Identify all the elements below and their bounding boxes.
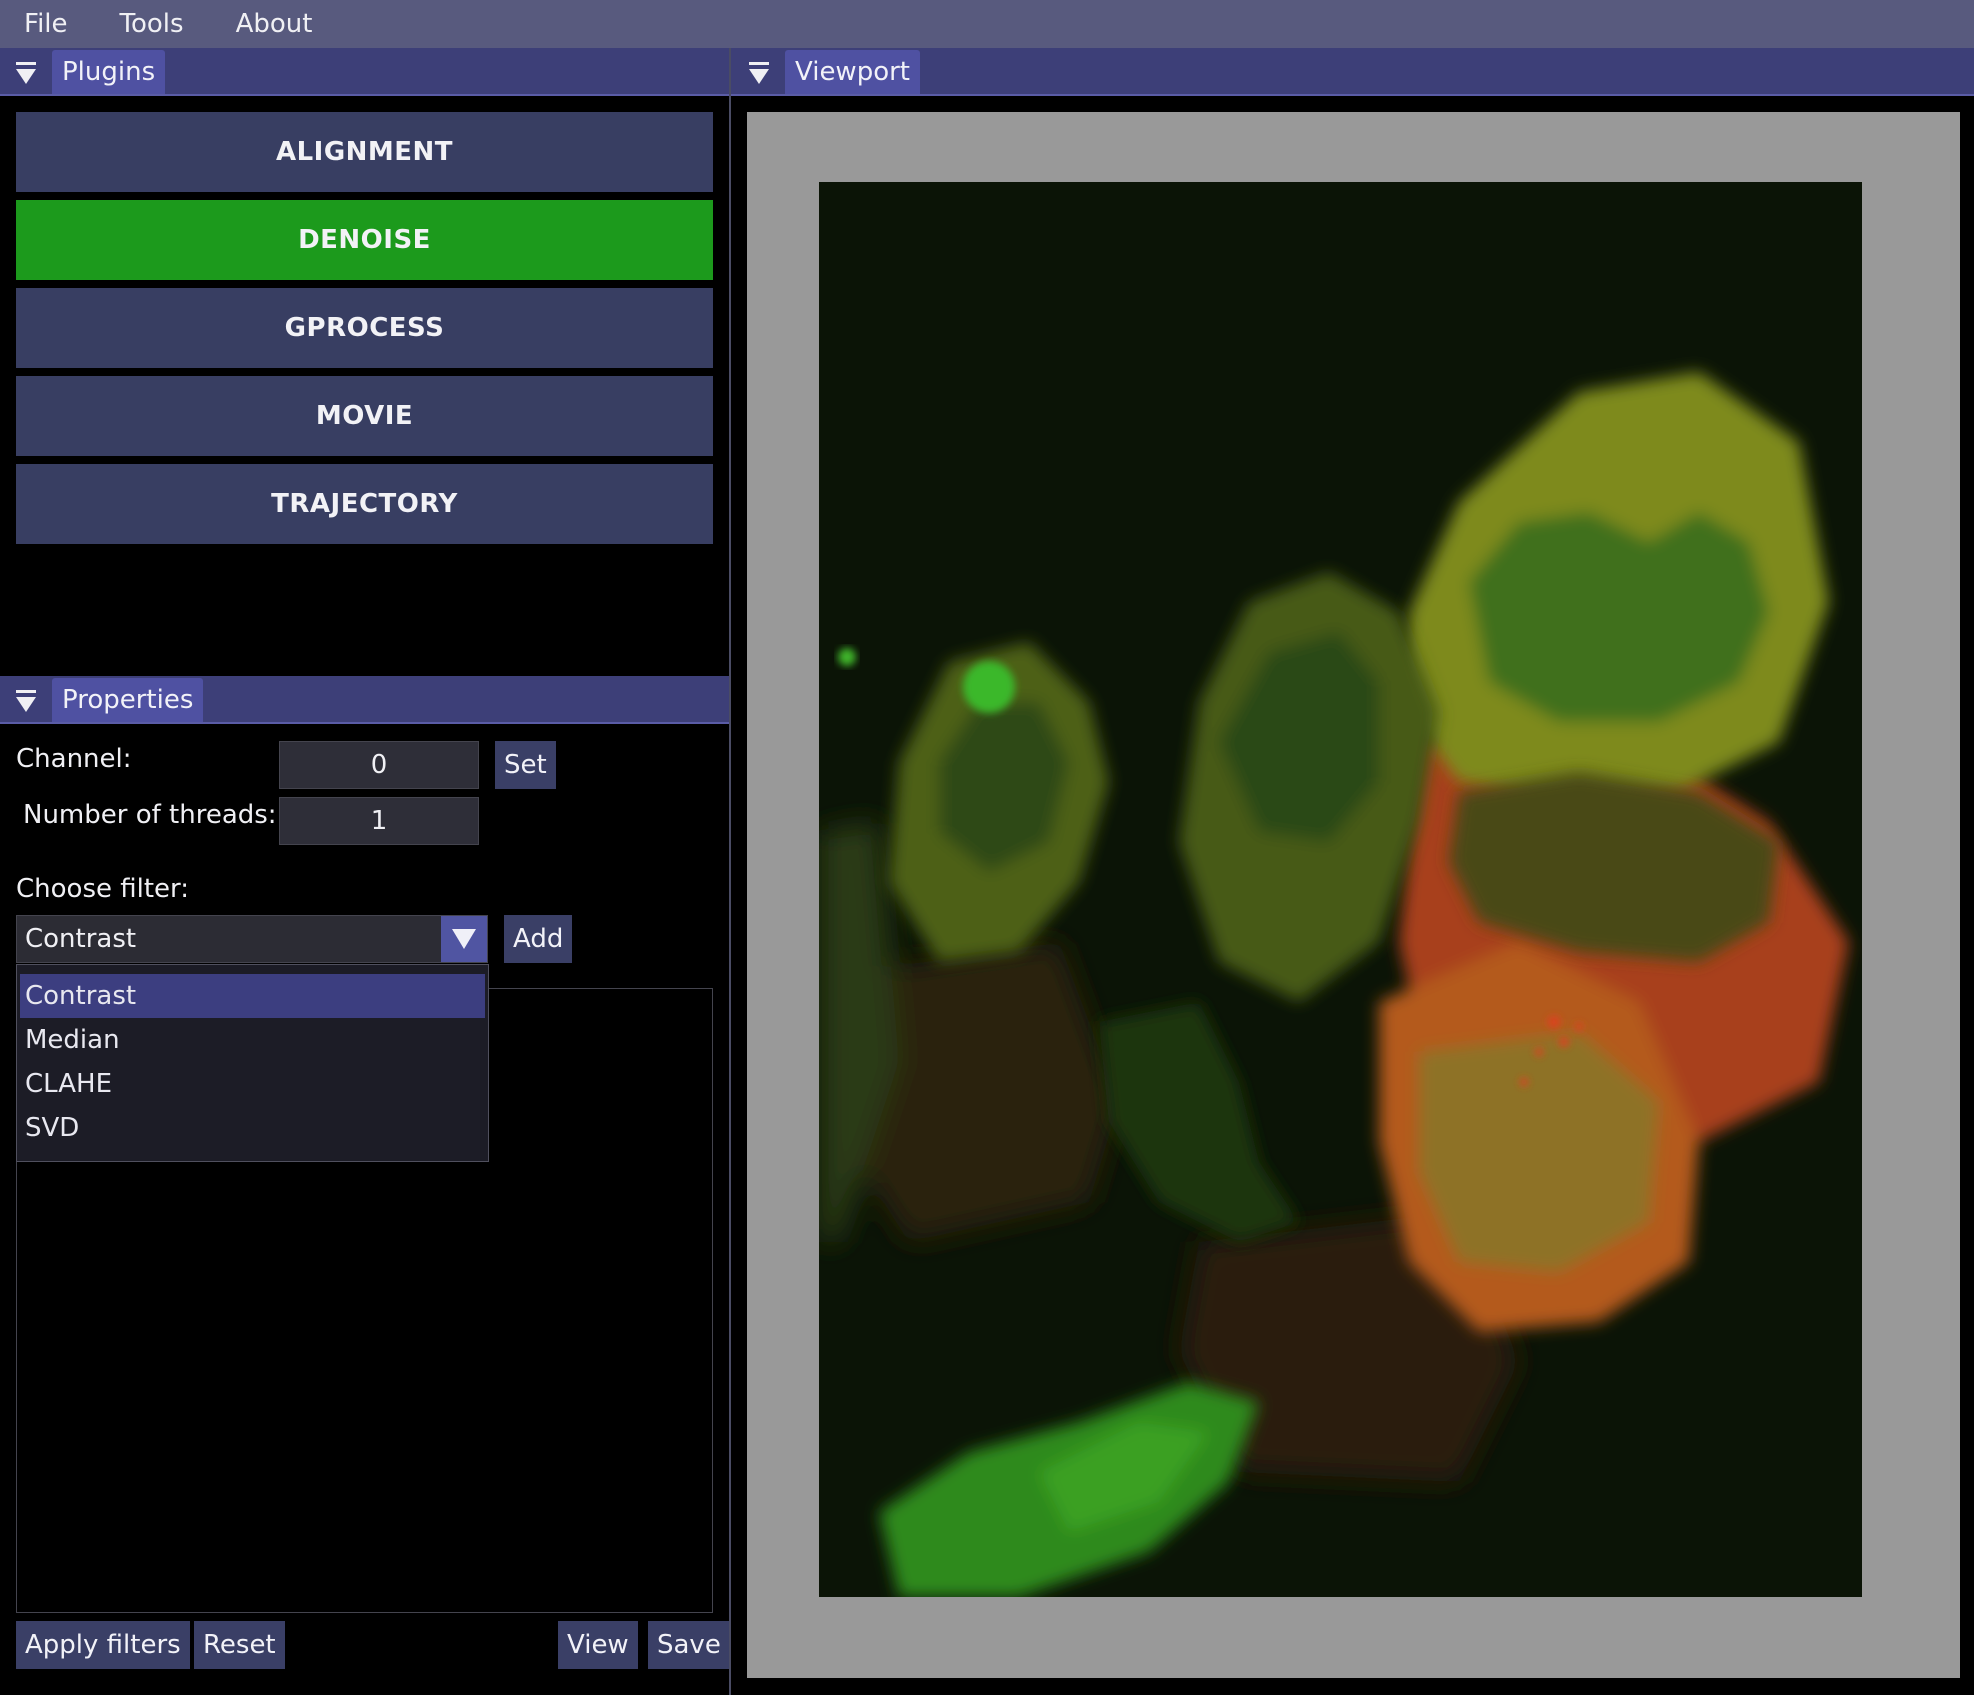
channel-input[interactable]: 0 bbox=[279, 741, 479, 789]
viewport-tab[interactable]: Viewport bbox=[785, 50, 920, 94]
filter-dropdown-list: Contrast Median CLAHE SVD bbox=[16, 964, 489, 1162]
view-button[interactable]: View bbox=[558, 1621, 638, 1669]
filter-combo-value: Contrast bbox=[25, 924, 137, 954]
menu-bar: File Tools About bbox=[0, 0, 1974, 48]
fluorescence-cells-image bbox=[819, 182, 1862, 1597]
channel-label: Channel: bbox=[16, 744, 132, 774]
plugin-button-alignment[interactable]: ALIGNMENT bbox=[16, 112, 713, 192]
save-button[interactable]: Save bbox=[648, 1621, 730, 1669]
apply-filters-button[interactable]: Apply filters bbox=[16, 1621, 190, 1669]
plugins-tab[interactable]: Plugins bbox=[52, 50, 166, 94]
menu-tools[interactable]: Tools bbox=[110, 9, 194, 39]
plugins-panel-header: Plugins bbox=[0, 48, 729, 96]
filter-option-svd[interactable]: SVD bbox=[20, 1106, 485, 1150]
plugin-button-denoise[interactable]: DENOISE bbox=[16, 200, 713, 280]
dropdown-arrow-icon[interactable] bbox=[441, 916, 487, 962]
threads-input[interactable]: 1 bbox=[279, 797, 479, 845]
filter-option-contrast[interactable]: Contrast bbox=[20, 974, 485, 1018]
microscopy-image[interactable] bbox=[819, 182, 1862, 1597]
properties-panel-header: Properties bbox=[0, 676, 729, 724]
menu-file[interactable]: File bbox=[14, 9, 78, 39]
panel-divider[interactable] bbox=[729, 48, 731, 1695]
plugin-button-movie[interactable]: MOVIE bbox=[16, 376, 713, 456]
collapse-triangle-icon[interactable] bbox=[14, 60, 38, 86]
properties-tab[interactable]: Properties bbox=[52, 678, 204, 722]
threads-label: Number of threads: bbox=[23, 800, 277, 830]
viewport-panel-header: Viewport bbox=[731, 48, 1974, 96]
filter-option-clahe[interactable]: CLAHE bbox=[20, 1062, 485, 1106]
plugin-button-gprocess[interactable]: GPROCESS bbox=[16, 288, 713, 368]
plugin-button-trajectory[interactable]: TRAJECTORY bbox=[16, 464, 713, 544]
collapse-triangle-icon[interactable] bbox=[14, 688, 38, 714]
set-channel-button[interactable]: Set bbox=[495, 741, 556, 789]
add-filter-button[interactable]: Add bbox=[504, 915, 573, 963]
filter-combo[interactable]: Contrast bbox=[16, 915, 488, 963]
triangle-down-icon bbox=[452, 929, 476, 949]
menu-about[interactable]: About bbox=[226, 9, 323, 39]
filter-option-median[interactable]: Median bbox=[20, 1018, 485, 1062]
reset-button[interactable]: Reset bbox=[194, 1621, 285, 1669]
collapse-triangle-icon[interactable] bbox=[747, 60, 771, 86]
choose-filter-label: Choose filter: bbox=[16, 874, 190, 904]
